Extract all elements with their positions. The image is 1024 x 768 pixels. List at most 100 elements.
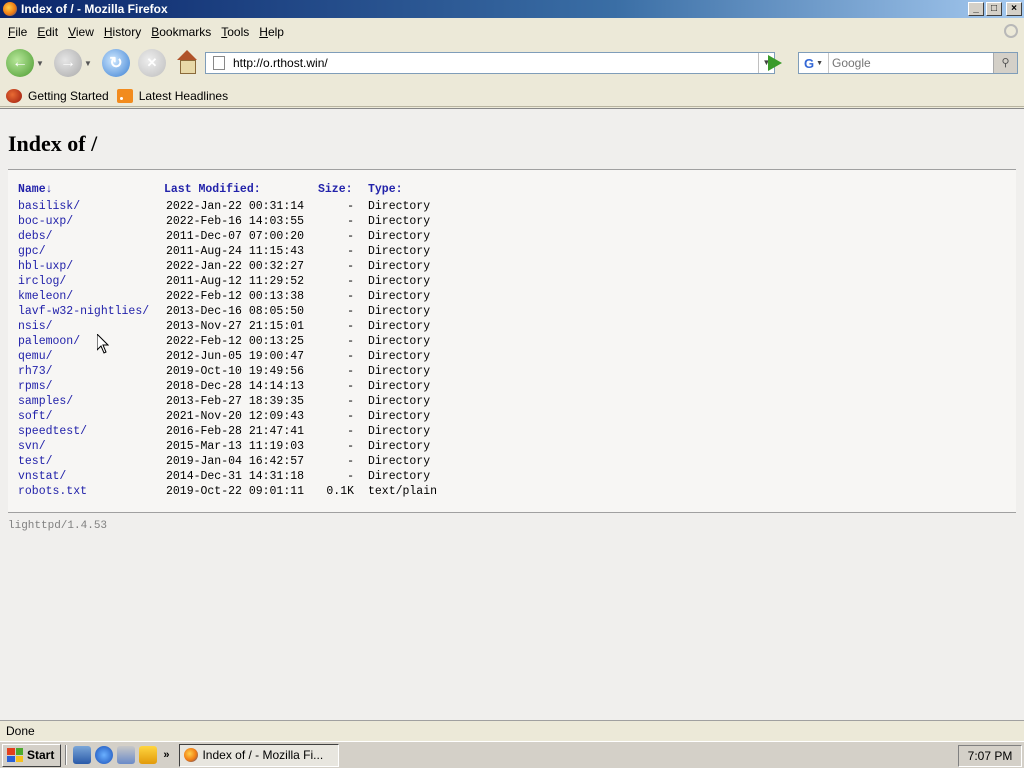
entry-type: Directory	[368, 335, 431, 348]
entry-link[interactable]: irclog/	[18, 275, 66, 288]
entry-type: text/plain	[368, 485, 438, 498]
taskbar: Start » Index of / - Mozilla Fi... 7:07 …	[0, 741, 1024, 768]
entry-type: Directory	[368, 410, 431, 423]
entry-link[interactable]: lavf-w32-nightlies/	[18, 305, 149, 318]
entry-link[interactable]: soft/	[18, 410, 53, 423]
entry-modified: 2019-Jan-04 16:42:57	[166, 455, 305, 468]
taskbar-item-firefox[interactable]: Index of / - Mozilla Fi...	[179, 743, 340, 767]
search-input[interactable]	[829, 56, 993, 70]
window-title: Index of / - Mozilla Firefox	[21, 2, 168, 16]
table-row: hbl-uxp/2022-Jan-22 00:32:27 - Directory	[18, 259, 437, 274]
table-row: lavf-w32-nightlies/2013-Dec-16 08:05:50 -…	[18, 304, 437, 319]
search-engine-selector[interactable]: G ▼	[799, 53, 829, 73]
entry-link[interactable]: nsis/	[18, 320, 53, 333]
menu-file[interactable]: File	[4, 25, 31, 39]
menu-bar: File Edit View History Bookmarks Tools H…	[0, 22, 1024, 42]
sort-by-size-link[interactable]: Size:	[318, 183, 353, 196]
window-titlebar[interactable]: Index of / - Mozilla Firefox _ □ ×	[0, 0, 1024, 18]
entry-size: -	[347, 215, 354, 228]
server-signature: lighttpd/1.4.53	[8, 520, 108, 532]
entry-modified: 2021-Nov-20 12:09:43	[166, 410, 305, 423]
home-button[interactable]	[174, 50, 200, 76]
url-text[interactable]: http://o.rthost.win/	[233, 56, 758, 70]
back-history-dropdown-icon[interactable]: ▼	[36, 59, 46, 68]
entry-modified: 2022-Jan-22 00:31:14	[166, 200, 305, 213]
address-bar[interactable]: http://o.rthost.win/ ▼	[205, 52, 775, 74]
table-row: palemoon/2022-Feb-12 00:13:25 - Directory	[18, 334, 437, 349]
entry-link[interactable]: rpms/	[18, 380, 53, 393]
entry-modified: 2019-Oct-10 19:49:56	[166, 365, 305, 378]
media-player-icon[interactable]	[139, 746, 158, 764]
bookmark-getting-started[interactable]: Getting Started	[6, 88, 109, 103]
internet-explorer-icon[interactable]	[95, 746, 114, 764]
menu-history[interactable]: History	[100, 25, 145, 39]
show-desktop-icon[interactable]	[73, 746, 92, 764]
table-row: nsis/2013-Nov-27 21:15:01 - Directory	[18, 319, 437, 334]
entry-link[interactable]: hbl-uxp/	[18, 260, 73, 273]
forward-history-dropdown-icon[interactable]: ▼	[84, 59, 94, 68]
quick-launch-overflow-icon[interactable]: »	[163, 749, 169, 761]
go-button[interactable]	[768, 55, 782, 71]
entry-link[interactable]: vnstat/	[18, 470, 66, 483]
entry-modified: 2022-Feb-16 14:03:55	[166, 215, 305, 228]
network-icon[interactable]	[117, 746, 136, 764]
entry-link[interactable]: kmeleon/	[18, 290, 73, 303]
entry-type: Directory	[368, 275, 431, 288]
menu-bookmarks[interactable]: Bookmarks	[147, 25, 215, 39]
entry-link[interactable]: test/	[18, 455, 53, 468]
entry-type: Directory	[368, 365, 431, 378]
entry-size: -	[347, 245, 354, 258]
google-icon: G	[803, 55, 815, 71]
start-button[interactable]: Start	[2, 743, 62, 767]
entry-size: -	[347, 455, 354, 468]
table-row: rh73/2019-Oct-10 19:49:56 - Directory	[18, 364, 437, 379]
maximize-button[interactable]: □	[986, 2, 1002, 16]
sort-by-modified-link[interactable]: Last Modified:	[164, 183, 261, 196]
menu-tools[interactable]: Tools	[217, 25, 253, 39]
windows-logo-icon	[7, 748, 23, 762]
entry-type: Directory	[368, 350, 431, 363]
entry-size: -	[347, 470, 354, 483]
table-row: gpc/2011-Aug-24 11:15:43 - Directory	[18, 244, 437, 259]
entry-type: Directory	[368, 455, 431, 468]
table-row: basilisk/2022-Jan-22 00:31:14 - Directory	[18, 199, 437, 214]
entry-link[interactable]: robots.txt	[18, 485, 87, 498]
firefox-icon	[184, 748, 199, 762]
table-row: vnstat/2014-Dec-31 14:31:18 - Directory	[18, 469, 437, 484]
sort-by-type-link[interactable]: Type:	[368, 183, 403, 196]
bookmark-latest-headlines[interactable]: Latest Headlines	[116, 88, 228, 103]
entry-link[interactable]: svn/	[18, 440, 46, 453]
sort-by-name-link[interactable]: Name↓	[18, 183, 53, 196]
search-icon[interactable]: ⚲	[993, 53, 1017, 73]
back-button[interactable]: ←	[6, 49, 34, 77]
forward-button[interactable]: →	[54, 49, 82, 77]
entry-link[interactable]: samples/	[18, 395, 73, 408]
entry-link[interactable]: speedtest/	[18, 425, 87, 438]
clock: 7:07 PM	[967, 749, 1013, 763]
entry-link[interactable]: basilisk/	[18, 200, 80, 213]
search-box[interactable]: G▼ ⚲	[798, 52, 1018, 74]
entry-type: Directory	[368, 395, 431, 408]
entry-modified: 2011-Dec-07 07:00:20	[166, 230, 305, 243]
page-title: Index of /	[8, 131, 98, 156]
bookmark-label: Getting Started	[28, 88, 109, 103]
entry-link[interactable]: qemu/	[18, 350, 53, 363]
entry-link[interactable]: gpc/	[18, 245, 46, 258]
entry-link[interactable]: debs/	[18, 230, 53, 243]
entry-modified: 2022-Feb-12 00:13:38	[166, 290, 305, 303]
menu-help[interactable]: Help	[255, 25, 288, 39]
menu-view[interactable]: View	[64, 25, 98, 39]
system-tray-clock: 7:07 PM	[958, 745, 1022, 767]
entry-link[interactable]: palemoon/	[18, 335, 80, 348]
reload-button[interactable]: ↻	[102, 49, 130, 77]
firefox-icon	[6, 88, 22, 103]
entry-link[interactable]: boc-uxp/	[18, 215, 73, 228]
close-button[interactable]: ×	[1006, 2, 1022, 16]
stop-button[interactable]: ✕	[138, 49, 166, 77]
menu-edit[interactable]: Edit	[33, 25, 62, 39]
entry-type: Directory	[368, 230, 431, 243]
entry-type: Directory	[368, 200, 431, 213]
bookmarks-toolbar: Getting Started Latest Headlines	[0, 85, 1024, 107]
entry-link[interactable]: rh73/	[18, 365, 53, 378]
minimize-button[interactable]: _	[968, 2, 984, 16]
